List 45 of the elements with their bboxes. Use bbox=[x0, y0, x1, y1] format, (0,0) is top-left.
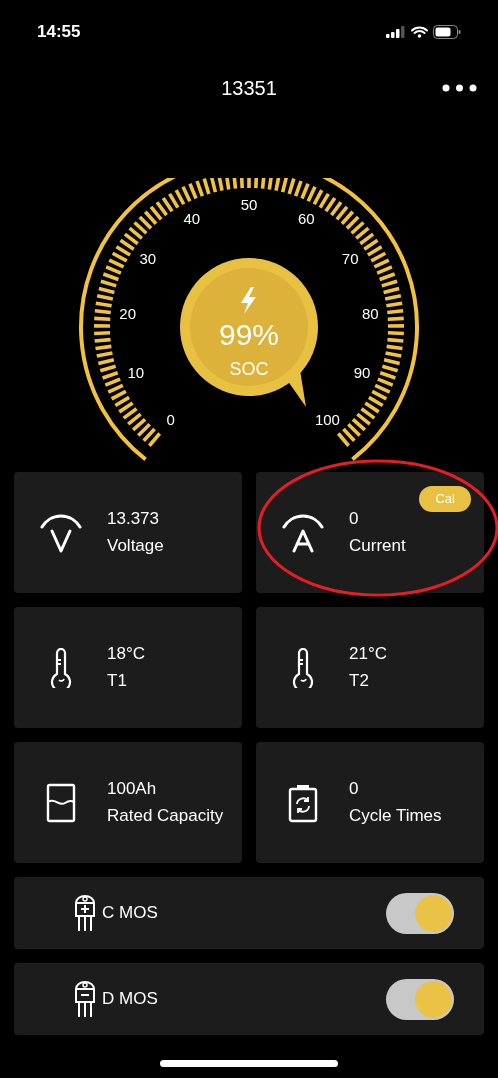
more-icon[interactable] bbox=[442, 84, 477, 92]
lightning-icon bbox=[241, 287, 256, 314]
soc-label: SOC bbox=[229, 359, 269, 379]
metric-value: 0 bbox=[349, 778, 360, 800]
calibrate-button[interactable]: Cal bbox=[419, 486, 471, 512]
gauge-scale-label: 20 bbox=[119, 305, 136, 323]
status-time: 14:55 bbox=[37, 21, 81, 44]
metric-value: 21°C bbox=[349, 643, 387, 665]
signal-icon bbox=[386, 26, 406, 38]
battery-cycle-icon bbox=[287, 782, 318, 823]
metric-label: Cycle Times bbox=[349, 805, 442, 827]
metric-label: Current bbox=[349, 535, 406, 557]
metric-value: 100Ah bbox=[107, 778, 158, 800]
thermometer-icon bbox=[290, 647, 315, 688]
current-icon bbox=[281, 512, 324, 553]
gauge-scale-label: 10 bbox=[127, 363, 145, 381]
transistor-plus-icon bbox=[74, 894, 96, 932]
switch-label: D MOS bbox=[102, 988, 159, 1011]
gauge-scale-label: 70 bbox=[341, 249, 359, 267]
metric-value: 0 bbox=[349, 508, 360, 530]
metric-label: Rated Capacity bbox=[107, 805, 224, 827]
gauge-scale-label: 100 bbox=[314, 411, 340, 429]
transistor-minus-icon bbox=[74, 980, 96, 1018]
capacity-icon bbox=[45, 782, 76, 823]
toggle-switch[interactable] bbox=[386, 978, 454, 1020]
gauge-scale-label: 80 bbox=[362, 305, 379, 323]
gauge-scale-label: 50 bbox=[240, 196, 258, 213]
metric-label: T2 bbox=[349, 670, 370, 692]
device-title: 13351 bbox=[221, 76, 277, 101]
gauge-scale-label: 0 bbox=[166, 411, 175, 429]
soc-value: 99% bbox=[219, 318, 279, 351]
gauge-scale-label: 40 bbox=[183, 210, 201, 228]
toggle-switch[interactable] bbox=[386, 892, 454, 934]
thermometer-icon bbox=[48, 647, 73, 688]
gauge-scale-label: 90 bbox=[353, 363, 371, 381]
switch-label: C MOS bbox=[102, 902, 159, 925]
metric-label: T1 bbox=[107, 670, 128, 692]
wifi-icon bbox=[411, 26, 428, 38]
metric-value: 18°C bbox=[107, 643, 145, 665]
battery-icon bbox=[433, 25, 461, 39]
metric-label: Voltage bbox=[107, 535, 164, 557]
voltage-icon bbox=[39, 512, 82, 553]
gauge-scale-label: 60 bbox=[297, 210, 315, 228]
gauge-scale-label: 30 bbox=[139, 249, 157, 267]
metric-value: 13.373 bbox=[107, 508, 160, 530]
